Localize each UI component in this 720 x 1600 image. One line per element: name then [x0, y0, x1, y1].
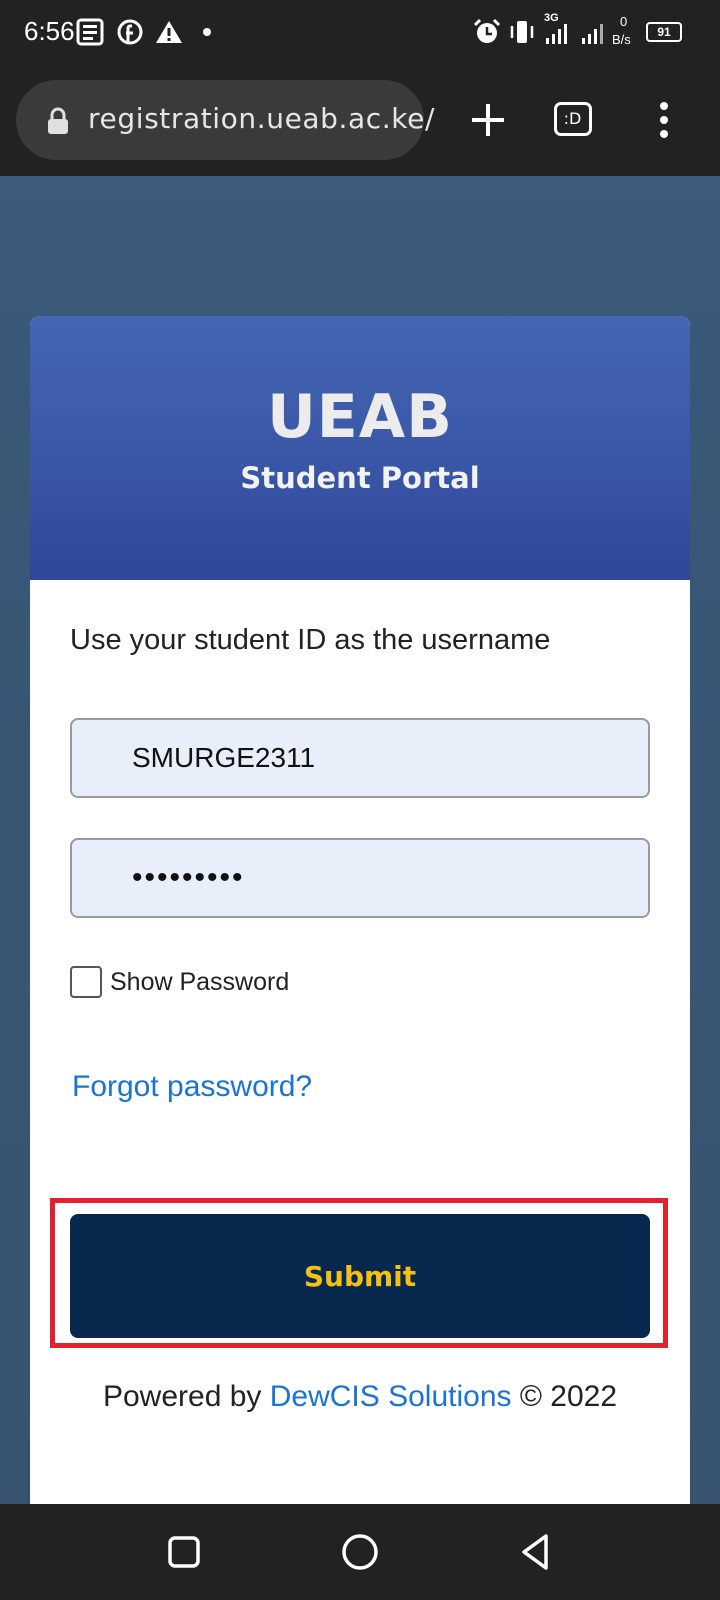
status-time: 6:56	[24, 16, 75, 46]
network-speed-unit: B/s	[612, 32, 631, 47]
battery-icon: 91	[646, 22, 682, 42]
signal-strength-icon	[546, 24, 567, 44]
home-button[interactable]	[336, 1528, 384, 1576]
show-password-label[interactable]: Show Password	[110, 968, 289, 997]
username-instruction: Use your student ID as the username	[70, 624, 551, 656]
address-bar[interactable]: registration.ueab.ac.ke/	[16, 80, 434, 160]
news-icon	[76, 18, 104, 46]
login-card: UEAB Student Portal Use your student ID …	[30, 316, 690, 1504]
submit-button[interactable]: Submit	[70, 1214, 650, 1338]
tab-count-label: :D	[563, 109, 582, 128]
notification-dot-icon	[203, 28, 211, 36]
new-tab-button[interactable]	[458, 90, 518, 150]
alarm-icon	[473, 18, 501, 43]
portal-subtitle: Student Portal	[240, 461, 480, 495]
facebook-icon	[117, 19, 143, 45]
card-header: UEAB Student Portal	[30, 316, 690, 580]
more-options-icon[interactable]	[634, 90, 694, 150]
vibrate-icon	[510, 21, 534, 43]
warning-icon	[156, 21, 182, 43]
signal-strength-2-icon	[582, 24, 603, 44]
lock-icon	[48, 107, 68, 134]
status-bar: 6:56 3G 0 B/s 91	[0, 0, 720, 64]
network-speed-value: 0	[620, 14, 628, 29]
back-button[interactable]	[512, 1528, 560, 1576]
page-background: UEAB Student Portal Use your student ID …	[0, 176, 720, 1504]
submit-label: Submit	[303, 1259, 417, 1293]
recent-apps-button[interactable]	[160, 1528, 208, 1576]
browser-toolbar: registration.ueab.ac.ke/ :D	[0, 64, 720, 176]
username-input[interactable]	[70, 718, 650, 798]
footer-suffix: © 2022	[511, 1380, 618, 1413]
show-password-checkbox[interactable]	[70, 966, 102, 998]
url-text: registration.ueab.ac.ke/	[88, 102, 435, 135]
tab-switcher-button[interactable]: :D	[554, 102, 592, 136]
system-nav-bar	[0, 1504, 720, 1600]
password-input[interactable]	[70, 838, 650, 918]
footer-prefix: Powered by	[102, 1380, 270, 1413]
forgot-password-link[interactable]: Forgot password?	[72, 1070, 312, 1104]
portal-title: UEAB	[267, 382, 453, 452]
battery-level: 91	[657, 25, 671, 39]
footer-credit: Powered by DewCIS Solutions © 2022	[30, 1380, 690, 1414]
dewcis-link[interactable]: DewCIS Solutions	[270, 1380, 512, 1413]
